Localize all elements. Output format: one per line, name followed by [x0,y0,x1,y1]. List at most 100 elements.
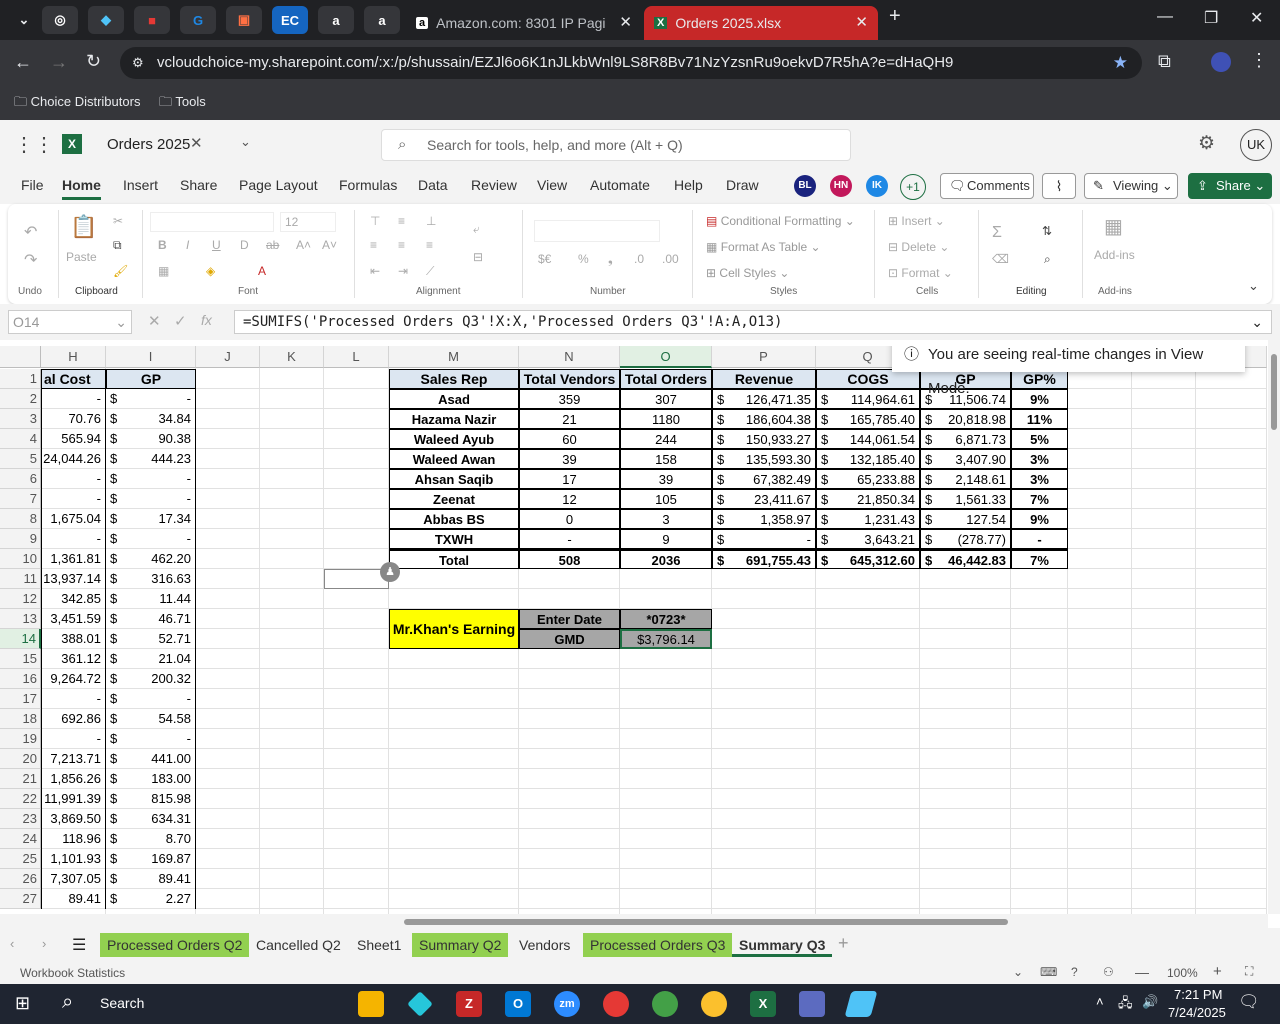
windows-start-icon[interactable]: ⊞ [15,993,30,1014]
help-icon[interactable]: ? [1071,965,1078,979]
pinned-tab-3-icon[interactable]: ■ [134,6,170,34]
money-cell[interactable]: $691,755.43 [712,549,816,569]
row-header[interactable]: 5 [0,449,41,469]
tab-data[interactable]: Data [418,177,448,193]
all-sheets-menu-icon[interactable]: ☰ [72,935,86,955]
confirm-entry-icon[interactable]: ✓ [174,312,187,330]
summary-cell[interactable]: - [519,529,620,549]
bold-icon[interactable]: B [158,238,167,252]
chrome-profile-icon[interactable] [652,991,678,1017]
gp-cell[interactable]: $34.84 [106,409,196,429]
ribbon-expand-chevron-icon[interactable]: ⌄ [1248,278,1259,294]
cost-cell[interactable]: 388.01 [41,629,106,649]
menu-icon[interactable]: ⋮ [1250,50,1268,71]
row-header[interactable]: 26 [0,869,41,889]
clock-time[interactable]: 7:21 PM [1174,987,1222,1002]
summary-cell[interactable]: 9% [1011,509,1068,529]
summary-cell[interactable]: 7% [1011,549,1068,569]
notifications-icon[interactable]: 🗨 [1238,992,1260,1012]
cost-cell[interactable]: 361.12 [41,649,106,669]
gp-cell[interactable]: $ - [106,489,196,509]
font-size-dropdown[interactable]: 12 [280,212,336,232]
calculator-icon[interactable] [799,991,825,1017]
pinned-tab-5-icon[interactable]: ▣ [226,6,262,34]
header-cell[interactable]: GP [106,369,196,389]
pinned-tab-2-icon[interactable]: ◆ [88,6,124,34]
redo-icon[interactable]: ↷ [24,250,37,270]
find-icon[interactable]: ⌕ [1044,252,1051,267]
gp-cell[interactable]: $11.44 [106,589,196,609]
gp-cell[interactable]: $169.87 [106,849,196,869]
maximize-icon[interactable]: ❐ [1204,8,1218,28]
sheet-tab[interactable]: Processed Orders Q2 [100,933,250,957]
align-left-icon[interactable]: ≡ [370,238,377,252]
wrap-text-icon[interactable]: ⤶ [473,222,480,237]
row-header[interactable]: 27 [0,889,41,909]
money-cell[interactable]: $23,411.67 [712,489,816,509]
row-header[interactable]: 9 [0,529,41,549]
gp-cell[interactable]: $2.27 [106,889,196,909]
decrease-indent-icon[interactable]: ⇤ [370,264,380,278]
row-header[interactable]: 13 [0,609,41,629]
sheet-tab[interactable]: Summary Q2 [412,933,509,957]
gp-cell[interactable]: $90.38 [106,429,196,449]
paste-icon[interactable]: 📋 [70,214,97,240]
reload-icon[interactable]: ↻ [86,51,101,72]
conditional-formatting-button[interactable]: ▤ Conditional Formatting ⌄ [706,214,855,228]
network-icon[interactable]: 🖧 [1118,994,1133,1016]
cell-styles-button[interactable]: ⊞ Cell Styles ⌄ [706,266,789,280]
row-header[interactable]: 23 [0,809,41,829]
column-header[interactable]: I [106,346,196,368]
money-cell[interactable]: $186,604.38 [712,409,816,429]
summary-cell[interactable]: 9% [1011,389,1068,409]
gp-cell[interactable]: $444.23 [106,449,196,469]
undo-icon[interactable]: ↶ [24,222,37,242]
file-explorer-icon[interactable] [358,991,384,1017]
decrease-font-icon[interactable]: A˅ [322,238,337,252]
tab-review[interactable]: Review [471,177,517,193]
cost-cell[interactable]: 3,451.59 [41,609,106,629]
cost-cell[interactable]: 70.76 [41,409,106,429]
summary-cell[interactable]: 9 [620,529,712,549]
bookmark-folder-choice[interactable]: 🗀 Choice Distributors [14,93,140,115]
summary-cell[interactable]: 5% [1011,429,1068,449]
tab-share[interactable]: Share [180,177,217,193]
tab-page-layout[interactable]: Page Layout [239,177,318,193]
cost-cell[interactable]: 13,937.14 [41,569,106,589]
row-header[interactable]: 19 [0,729,41,749]
cost-cell[interactable]: 3,869.50 [41,809,106,829]
summary-header-cell[interactable]: Total Vendors [519,369,620,389]
select-all-corner[interactable] [0,346,41,368]
money-cell[interactable]: $ (278.77) [920,529,1011,549]
row-header[interactable]: 22 [0,789,41,809]
profile-avatar[interactable] [1211,52,1231,72]
column-header[interactable]: J [196,346,260,368]
row-header[interactable]: 1 [0,369,41,389]
tab-file[interactable]: File [21,177,44,193]
money-cell[interactable]: $1,231.43 [816,509,920,529]
vertical-scrollbar[interactable] [1268,340,1280,914]
borders-icon[interactable]: ▦ [158,264,169,278]
collaborator-avatar[interactable]: BL [794,175,816,197]
money-cell[interactable]: $126,471.35 [712,389,816,409]
enter-date-cell[interactable]: Enter Date [519,609,620,629]
cost-cell[interactable]: - [41,489,106,509]
cost-cell[interactable]: 7,213.71 [41,749,106,769]
add-ins-icon[interactable]: ▦ [1104,214,1123,239]
cost-cell[interactable]: 692.86 [41,709,106,729]
tab-draw[interactable]: Draw [726,177,759,193]
site-info-icon[interactable]: ⚙ [132,47,144,79]
align-right-icon[interactable]: ≡ [426,238,433,252]
row-header[interactable]: 6 [0,469,41,489]
gp-cell[interactable]: $815.98 [106,789,196,809]
pinned-tab-6-icon[interactable]: EC [272,6,308,34]
gp-cell[interactable]: $17.34 [106,509,196,529]
zoom-out-icon[interactable]: — [1135,964,1149,980]
cost-cell[interactable]: 24,044.26 [41,449,106,469]
url-bar[interactable]: ⚙ vcloudchoice-my.sharepoint.com/:x:/p/s… [120,47,1142,79]
summary-cell[interactable]: 11% [1011,409,1068,429]
gp-cell[interactable]: $ - [106,689,196,709]
excel-taskbar-icon[interactable]: X [750,991,776,1017]
money-cell[interactable]: $2,148.61 [920,469,1011,489]
gp-cell[interactable]: $46.71 [106,609,196,629]
